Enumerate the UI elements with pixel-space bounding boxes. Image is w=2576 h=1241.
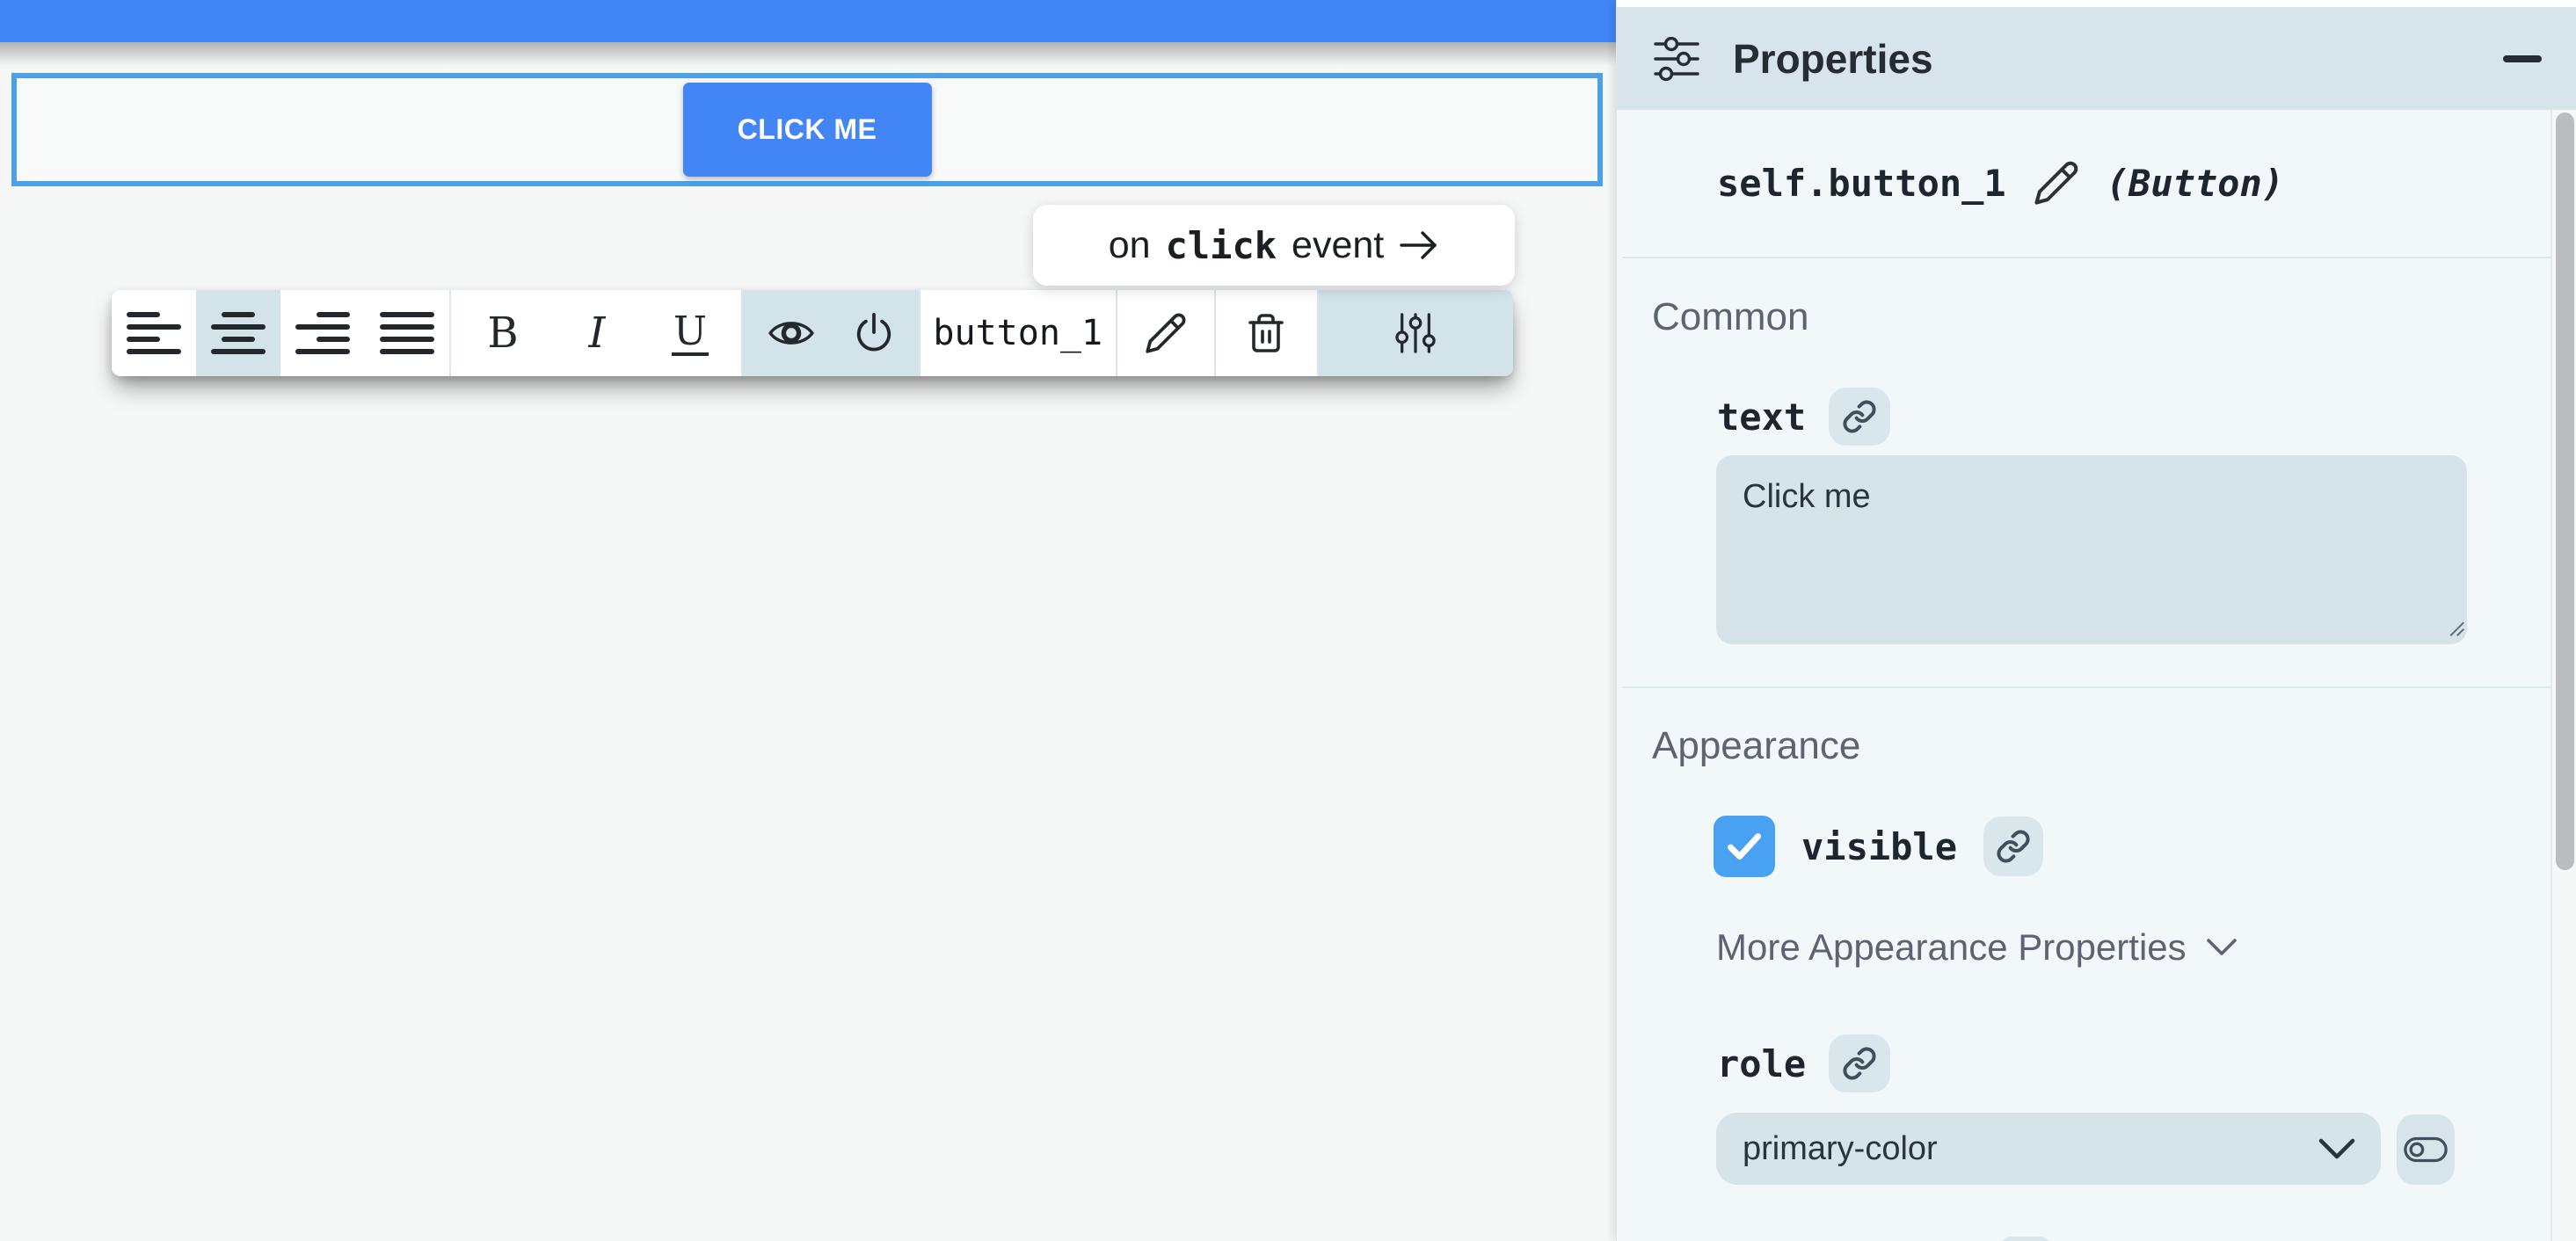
text-property-row: text	[1717, 387, 1891, 446]
panel-scrollbar-track	[2551, 110, 2576, 1241]
selected-container-outline[interactable]: CLICK ME	[11, 73, 1603, 186]
link-icon	[1843, 400, 1876, 433]
section-divider	[1622, 257, 2551, 258]
component-reference-row: self.button_1 (Button)	[1717, 154, 2284, 212]
role-property-row: role	[1717, 1034, 1891, 1093]
bind-visible-button[interactable]	[1983, 816, 2044, 876]
underline-button[interactable]: U	[639, 290, 741, 376]
underline-icon: U	[672, 310, 709, 357]
align-justify-button[interactable]	[365, 290, 449, 376]
component-toolbar: B I U button_1	[112, 290, 1513, 376]
bind-text-button[interactable]	[1829, 388, 1891, 446]
align-left-icon	[127, 312, 181, 354]
more-appearance-label: More Appearance Properties	[1716, 926, 2187, 968]
collapse-panel-button[interactable]	[2503, 54, 2542, 62]
event-word-on: on	[1108, 223, 1151, 266]
common-section-heading: Common	[1652, 295, 1809, 338]
text-property-input[interactable]: Click me	[1716, 455, 2467, 644]
app-title-bar	[0, 0, 1616, 42]
role-toggle-mode-button[interactable]	[2397, 1114, 2455, 1185]
event-name: click	[1165, 223, 1277, 267]
visible-property-row: visible	[1714, 816, 2044, 877]
chevron-down-icon	[2318, 1138, 2355, 1159]
visible-checkbox[interactable]	[1714, 816, 1775, 877]
text-property-label: text	[1717, 395, 1807, 439]
enabled-power-icon[interactable]	[854, 311, 894, 355]
canvas-button-component[interactable]: CLICK ME	[682, 83, 932, 177]
properties-panel-header: Properties	[1617, 7, 2576, 110]
next-property-link-pill	[1998, 1237, 2053, 1241]
pencil-icon	[1144, 311, 1188, 355]
panel-title: Properties	[1733, 35, 1933, 82]
visibility-enabled-group	[743, 290, 919, 376]
properties-panel: Properties self.button_1 (Button) Common…	[1616, 0, 2576, 1241]
align-justify-icon	[380, 312, 434, 354]
panel-scrollbar-thumb[interactable]	[2556, 112, 2574, 870]
align-center-icon	[211, 312, 266, 354]
italic-button[interactable]: I	[555, 290, 639, 376]
design-canvas[interactable]: CLICK ME on click event B I U button_1	[0, 0, 1616, 1241]
rename-pencil-icon[interactable]	[2033, 159, 2080, 207]
appearance-section-heading: Appearance	[1652, 724, 1861, 767]
component-ref: self.button_1	[1717, 161, 2006, 205]
visible-property-label: visible	[1801, 824, 1958, 868]
properties-sliders-icon	[1652, 36, 1701, 81]
role-selected-value: primary-color	[1743, 1129, 1938, 1167]
section-divider	[1622, 686, 2551, 688]
chevron-down-icon	[2206, 939, 2237, 955]
checkmark-icon	[1727, 833, 1762, 860]
bold-icon: B	[487, 308, 519, 358]
on-click-event-popup[interactable]: on click event	[1033, 205, 1515, 286]
arrow-right-icon	[1399, 229, 1439, 261]
align-left-button[interactable]	[112, 290, 196, 376]
event-word-event: event	[1292, 223, 1385, 266]
rename-button[interactable]	[1117, 290, 1214, 376]
visible-eye-icon[interactable]	[768, 315, 815, 352]
panel-top-strip	[1617, 0, 2576, 7]
align-right-button[interactable]	[280, 290, 365, 376]
component-name-field[interactable]: button_1	[921, 290, 1116, 376]
app-builder-window: CLICK ME on click event B I U button_1 P…	[0, 0, 2576, 1241]
delete-button[interactable]	[1216, 290, 1317, 376]
more-appearance-properties-link[interactable]: More Appearance Properties	[1716, 926, 2238, 969]
link-icon	[1997, 830, 2030, 863]
all-properties-button[interactable]	[1318, 290, 1513, 376]
align-center-button[interactable]	[196, 290, 280, 376]
sliders-icon	[1395, 311, 1436, 355]
component-type: (Button)	[2106, 161, 2285, 205]
trash-icon	[1245, 311, 1287, 355]
link-icon	[1843, 1047, 1876, 1080]
bold-button[interactable]: B	[451, 290, 555, 376]
toggle-switch-icon	[2404, 1136, 2448, 1163]
bind-role-button[interactable]	[1829, 1034, 1891, 1092]
role-property-label: role	[1717, 1041, 1807, 1085]
title-bar-shadow	[0, 42, 1616, 66]
italic-icon: I	[588, 308, 606, 358]
role-select[interactable]: primary-color	[1716, 1113, 2381, 1185]
align-right-icon	[295, 312, 350, 354]
